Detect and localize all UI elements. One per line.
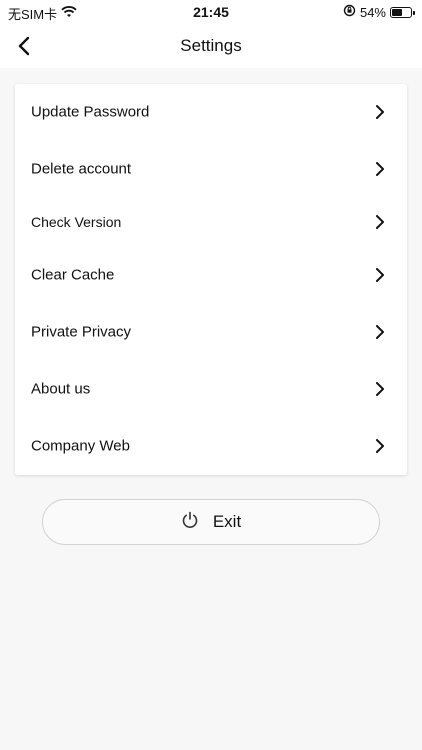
exit-button[interactable]: Exit [42, 499, 380, 545]
status-bar: 无SIM卡 21:45 54% [0, 0, 422, 24]
settings-item-clear-cache[interactable]: Clear Cache [15, 250, 407, 300]
settings-item-about-us[interactable]: About us [15, 364, 407, 414]
settings-item-label: Company Web [31, 437, 130, 455]
chevron-right-icon [375, 380, 387, 398]
chevron-right-icon [375, 103, 387, 121]
settings-item-label: Clear Cache [31, 266, 115, 284]
settings-item-check-version[interactable]: Check Version [15, 197, 407, 247]
settings-item-company-web[interactable]: Company Web [15, 421, 407, 471]
chevron-right-icon [375, 437, 387, 455]
page-title: Settings [180, 36, 242, 55]
settings-item-label: About us [31, 380, 91, 398]
chevron-right-icon [375, 323, 387, 341]
power-icon [181, 511, 199, 534]
exit-label: Exit [212, 512, 242, 531]
chevron-right-icon [375, 266, 387, 284]
chevron-right-icon [375, 160, 387, 178]
settings-item-label: Update Password [31, 103, 150, 121]
orientation-lock-icon [343, 4, 356, 20]
battery-icon [390, 6, 415, 18]
battery-percent: 54% [359, 4, 386, 20]
settings-item-label: Private Privacy [31, 323, 132, 341]
settings-item-label: Delete account [31, 160, 132, 178]
chevron-right-icon [375, 213, 387, 231]
settings-item-label: Check Version [31, 214, 122, 230]
nav-header: Settings [0, 24, 422, 68]
status-right: 54% [343, 4, 415, 20]
battery-fill [392, 8, 402, 16]
settings-item-delete-account[interactable]: Delete account [15, 144, 407, 194]
settings-list: Update Password Delete account Check Ver… [15, 84, 407, 475]
settings-item-private-privacy[interactable]: Private Privacy [15, 307, 407, 357]
settings-item-update-password[interactable]: Update Password [15, 87, 407, 137]
